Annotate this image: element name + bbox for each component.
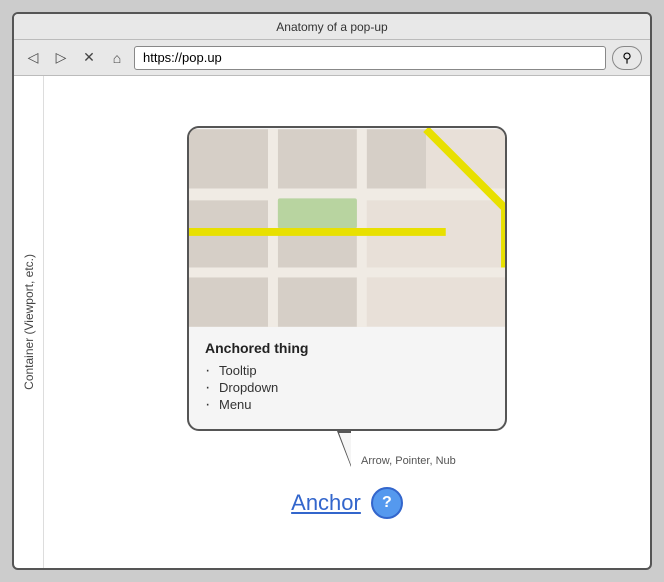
list-item: Tooltip xyxy=(205,362,489,379)
close-button[interactable]: ✕ xyxy=(78,47,100,69)
address-bar[interactable] xyxy=(134,46,606,70)
list-item: Dropdown xyxy=(205,379,489,396)
back-button[interactable]: ◁ xyxy=(22,47,44,69)
help-button[interactable]: ? xyxy=(371,487,403,519)
search-icon: ⚲ xyxy=(622,50,632,66)
sidebar-label: Container (Viewport, etc.) xyxy=(22,254,36,390)
popup-tail-container: Arrow, Pointer, Nub xyxy=(337,431,456,467)
popup-list: Tooltip Dropdown Menu xyxy=(205,362,489,413)
bottom-area: Anchor ? xyxy=(291,487,403,519)
browser-window: Anatomy of a pop-up ◁ ▷ ✕ ⌂ ⚲ Container … xyxy=(12,12,652,570)
home-button[interactable]: ⌂ xyxy=(106,47,128,69)
popup-content: Anchored thing Tooltip Dropdown Menu xyxy=(189,328,505,429)
search-button[interactable]: ⚲ xyxy=(612,46,642,70)
anchor-link[interactable]: Anchor xyxy=(291,490,361,516)
content-area: Container (Viewport, etc.) xyxy=(14,76,650,568)
popup-anchored-title: Anchored thing xyxy=(205,340,489,356)
forward-button[interactable]: ▷ xyxy=(50,47,72,69)
sidebar: Container (Viewport, etc.) xyxy=(14,76,44,568)
arrow-label: Arrow, Pointer, Nub xyxy=(361,455,456,467)
map-svg xyxy=(189,128,505,328)
page-title: Anatomy of a pop-up xyxy=(276,20,387,34)
list-item: Menu xyxy=(205,396,489,413)
help-icon: ? xyxy=(382,494,392,512)
popup-tail xyxy=(337,431,351,467)
map-area xyxy=(189,128,505,328)
nav-bar: ◁ ▷ ✕ ⌂ ⚲ xyxy=(14,40,650,76)
main-content: Anchored thing Tooltip Dropdown Menu Arr… xyxy=(44,76,650,568)
title-bar: Anatomy of a pop-up xyxy=(14,14,650,40)
popup-box: Anchored thing Tooltip Dropdown Menu Arr… xyxy=(187,126,507,431)
